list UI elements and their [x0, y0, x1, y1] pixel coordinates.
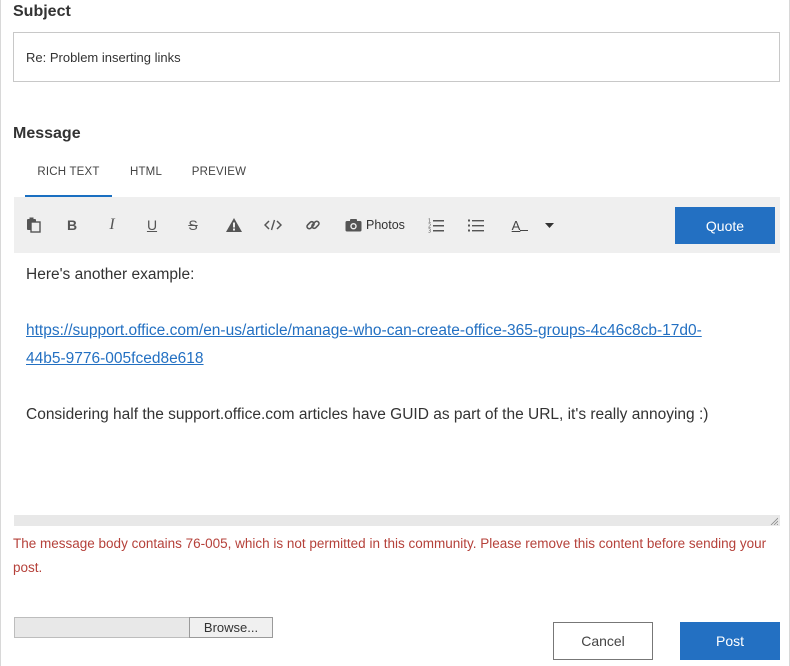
- validation-error-message: The message body contains 76-005, which …: [13, 536, 767, 575]
- dropdown-caret-icon[interactable]: [544, 213, 554, 237]
- body-intro: Here's another example:: [26, 266, 195, 283]
- code-icon[interactable]: [263, 213, 283, 237]
- reply-form: Subject Message RICH TEXT HTML PREVIEW B…: [0, 0, 790, 666]
- bold-button[interactable]: B: [64, 213, 80, 237]
- link-icon[interactable]: [304, 213, 322, 237]
- message-editor[interactable]: Here's another example: https://support.…: [14, 253, 780, 515]
- message-label: Message: [13, 125, 81, 142]
- text-color-label: A: [511, 217, 521, 233]
- tab-preview[interactable]: PREVIEW: [185, 158, 253, 197]
- numbered-list-icon[interactable]: 1 2 3: [427, 213, 445, 237]
- strikethrough-button[interactable]: S: [185, 213, 201, 237]
- subject-input[interactable]: [13, 32, 780, 82]
- tab-rich-text[interactable]: RICH TEXT: [25, 158, 112, 197]
- editor-tabs: RICH TEXT HTML PREVIEW: [25, 158, 780, 198]
- body-closing: Considering half the support.office.com …: [26, 406, 709, 423]
- camera-icon: [345, 219, 362, 232]
- spoiler-icon[interactable]: [224, 213, 244, 237]
- bulleted-list-icon[interactable]: [467, 213, 485, 237]
- text-color-button[interactable]: A: [508, 213, 532, 237]
- body-link-line1[interactable]: https://support.office.com/en-us/article…: [26, 322, 702, 339]
- browse-button[interactable]: Browse...: [189, 617, 273, 638]
- tab-html[interactable]: HTML: [120, 158, 172, 197]
- attachment-file-field[interactable]: [14, 617, 190, 638]
- subject-label: Subject: [13, 3, 71, 20]
- editor-resize-bar[interactable]: [14, 515, 780, 526]
- paste-icon[interactable]: [24, 213, 42, 237]
- editor-toolbar: B I U S Photos 1 2 3 A Quote: [14, 197, 780, 253]
- underline-button[interactable]: U: [144, 213, 160, 237]
- resize-grip-icon[interactable]: [770, 517, 778, 525]
- text-color-underline: [520, 229, 529, 231]
- quote-button[interactable]: Quote: [675, 207, 775, 244]
- photos-button[interactable]: Photos: [345, 213, 407, 237]
- post-button[interactable]: Post: [680, 622, 780, 660]
- cancel-button[interactable]: Cancel: [553, 622, 653, 660]
- photos-label: Photos: [366, 218, 405, 232]
- svg-text:3: 3: [428, 228, 431, 233]
- italic-button[interactable]: I: [104, 213, 120, 237]
- body-link-line2[interactable]: 44b5-9776-005fced8e618: [26, 350, 204, 367]
